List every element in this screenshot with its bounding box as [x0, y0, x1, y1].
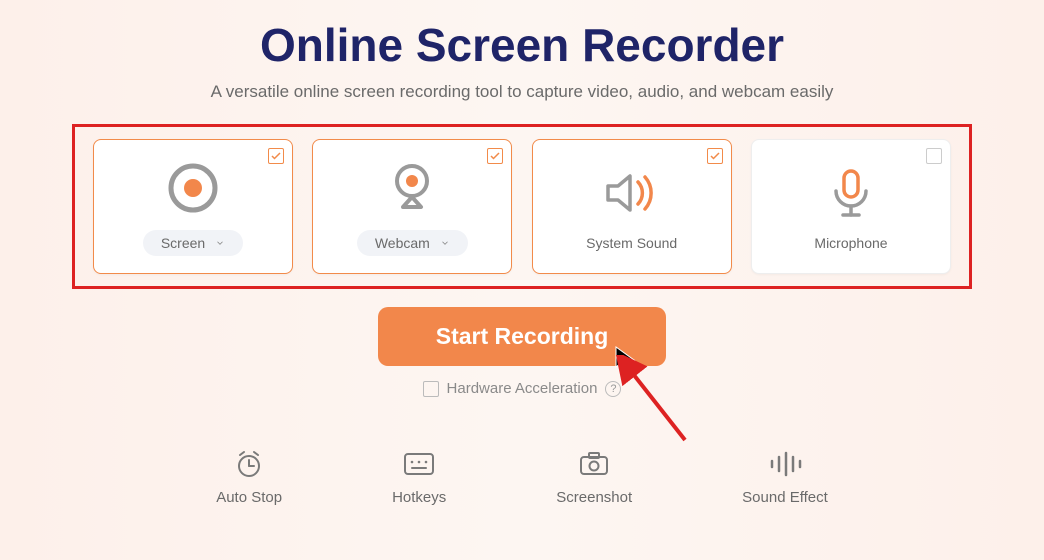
tool-sound-effect[interactable]: Sound Effect [742, 449, 828, 506]
source-card-webcam[interactable]: Webcam [312, 139, 512, 274]
speaker-icon [604, 163, 660, 223]
page-subtitle: A versatile online screen recording tool… [211, 82, 834, 102]
tool-screenshot-label: Screenshot [556, 489, 632, 506]
microphone-label: Microphone [814, 235, 887, 251]
source-card-microphone[interactable]: Microphone [751, 139, 951, 274]
tool-hotkeys[interactable]: Hotkeys [392, 449, 446, 506]
chevron-down-icon [440, 238, 450, 248]
check-icon [489, 150, 501, 162]
tools-row: Auto Stop Hotkeys Screenshot Sound Effec… [216, 449, 828, 506]
webcam-dropdown[interactable]: Webcam [357, 230, 468, 256]
page-title: Online Screen Recorder [260, 18, 784, 72]
webcam-icon [385, 158, 439, 218]
checkbox-webcam[interactable] [487, 148, 503, 164]
help-icon[interactable]: ? [605, 381, 621, 397]
hardware-accel-label: Hardware Acceleration [447, 380, 598, 397]
webcam-label: Webcam [375, 235, 430, 251]
tool-auto-stop[interactable]: Auto Stop [216, 449, 282, 506]
checkbox-screen[interactable] [268, 148, 284, 164]
check-icon [270, 150, 282, 162]
checkbox-microphone[interactable] [926, 148, 942, 164]
checkbox-system-sound[interactable] [707, 148, 723, 164]
tool-hotkeys-label: Hotkeys [392, 489, 446, 506]
tool-auto-stop-label: Auto Stop [216, 489, 282, 506]
system-sound-label: System Sound [586, 235, 677, 251]
hardware-accel-checkbox[interactable] [423, 381, 439, 397]
screen-label: Screen [161, 235, 205, 251]
tool-sound-effect-label: Sound Effect [742, 489, 828, 506]
screen-record-icon [166, 158, 220, 218]
tool-screenshot[interactable]: Screenshot [556, 449, 632, 506]
annotation-arrow-icon [615, 355, 705, 455]
sound-wave-icon [768, 449, 802, 479]
check-icon [709, 150, 721, 162]
start-recording-button[interactable]: Start Recording [378, 307, 667, 366]
chevron-down-icon [215, 238, 225, 248]
sources-selection-highlight: Screen Webcam [72, 124, 972, 289]
screen-dropdown[interactable]: Screen [143, 230, 243, 256]
microphone-icon [826, 163, 876, 223]
source-card-screen[interactable]: Screen [93, 139, 293, 274]
source-card-system-sound[interactable]: System Sound [532, 139, 732, 274]
clock-icon [234, 449, 264, 479]
keyboard-icon [403, 449, 435, 479]
camera-icon [578, 449, 610, 479]
